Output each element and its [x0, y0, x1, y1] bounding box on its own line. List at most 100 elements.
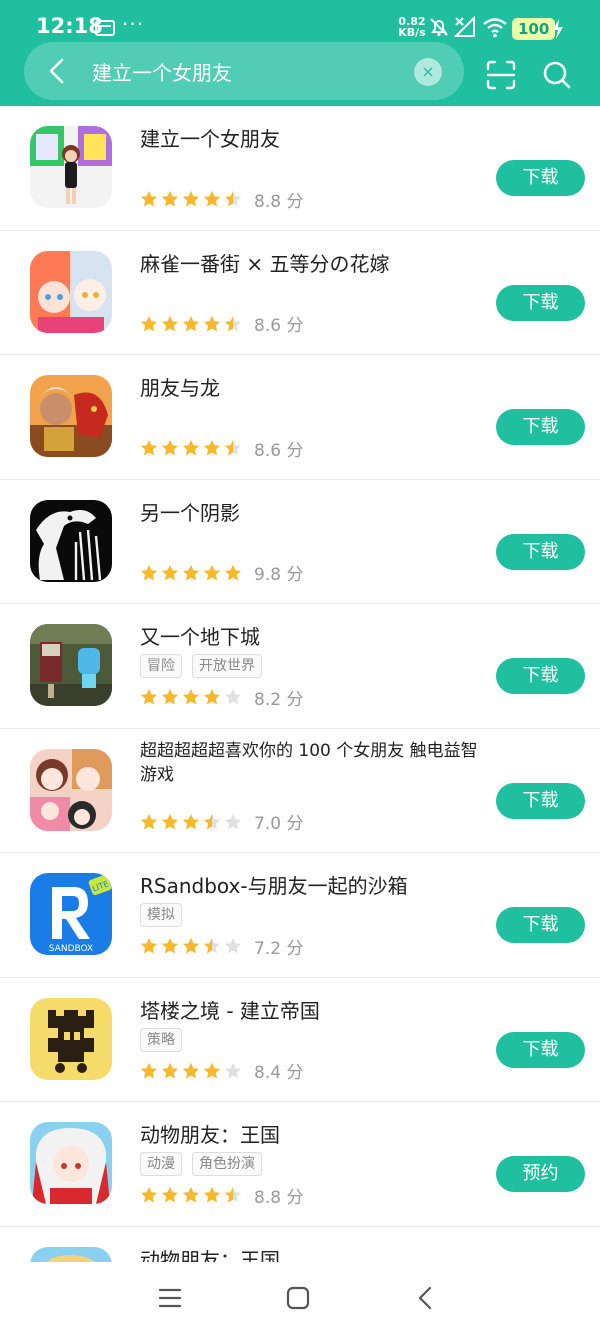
app-title[interactable]: 建立一个女朋友	[140, 126, 480, 152]
app-title[interactable]: 另一个阴影	[140, 500, 480, 526]
star-half-icon	[225, 191, 241, 207]
app-score: 7.0 分	[254, 814, 304, 834]
star-full-icon	[162, 1187, 178, 1203]
star-rating	[140, 1186, 242, 1204]
back-icon[interactable]	[414, 1286, 438, 1310]
download-button[interactable]: 下载	[496, 160, 585, 196]
star-empty-icon	[225, 938, 241, 954]
app-list-item[interactable]: 建立一个女朋友 8.8 分 下载	[0, 106, 600, 231]
star-full-icon	[141, 191, 157, 207]
home-icon[interactable]	[286, 1286, 310, 1310]
star-full-icon	[141, 1062, 157, 1078]
app-list-item[interactable]: 超超超超超喜欢你的 100 个女朋友 触电益智游戏 7.0 分 下载	[0, 729, 600, 853]
download-button[interactable]: 下载	[496, 284, 585, 321]
app-score: 8.6 分	[254, 316, 304, 336]
app-rating: 7.2 分	[140, 935, 303, 959]
app-tag[interactable]: 开放世界	[192, 654, 262, 678]
app-list-item[interactable]: 麻雀一番街 × 五等分の花嫁 8.6 分 下载	[0, 231, 600, 355]
app-tags: 动漫 角色扮演	[140, 1152, 262, 1176]
star-full-icon	[162, 315, 178, 331]
star-full-icon	[183, 938, 199, 954]
star-empty-icon	[225, 689, 241, 705]
message-icon	[95, 20, 115, 36]
star-full-icon	[183, 689, 199, 705]
download-button[interactable]: 下载	[496, 409, 585, 445]
app-tag[interactable]: 动漫	[140, 1152, 182, 1176]
app-score: 8.8 分	[254, 191, 304, 212]
app-list-item[interactable]: 塔楼之境 - 建立帝国 策略 8.4 分 下载	[0, 978, 600, 1102]
star-half-icon	[225, 315, 241, 331]
star-half-icon	[204, 938, 220, 954]
app-list-item[interactable]: 动物朋友：王国	[0, 1227, 600, 1263]
app-title[interactable]: RSandbox-与朋友一起的沙箱	[140, 873, 480, 899]
star-full-icon	[141, 938, 157, 954]
app-tag[interactable]: 模拟	[140, 903, 182, 927]
star-full-icon	[162, 564, 178, 580]
app-tag[interactable]: 冒险	[140, 654, 182, 678]
app-shadow-icon	[30, 499, 112, 582]
app-mahjong-icon	[30, 250, 112, 333]
app-rating: 8.8 分	[140, 188, 304, 212]
app-score: 8.8 分	[254, 1187, 304, 1208]
star-full-icon	[141, 1187, 157, 1203]
app-title[interactable]: 动物朋友：王国	[140, 1122, 480, 1148]
star-full-icon	[204, 1062, 220, 1078]
app-title[interactable]: 麻雀一番街 × 五等分の花嫁	[140, 251, 480, 277]
app-list-item[interactable]: 另一个阴影 9.8 分 下载	[0, 480, 600, 604]
app-title[interactable]: 动物朋友：王国	[140, 1247, 480, 1263]
app-rating: 8.6 分	[140, 437, 304, 461]
star-rating	[140, 813, 242, 831]
star-full-icon	[204, 689, 220, 705]
search-input[interactable]	[92, 56, 402, 86]
star-full-icon	[162, 1062, 178, 1078]
app-score: 8.6 分	[254, 440, 304, 461]
app-title[interactable]: 朋友与龙	[140, 375, 480, 401]
download-button[interactable]: 下载	[496, 533, 585, 570]
star-half-icon	[204, 813, 220, 829]
app-dungeon-icon	[30, 624, 112, 706]
star-full-icon	[183, 564, 199, 580]
star-full-icon	[204, 440, 220, 456]
download-button[interactable]: 下载	[496, 1031, 585, 1068]
star-empty-icon	[225, 813, 241, 829]
download-button[interactable]: 下载	[496, 782, 585, 819]
star-full-icon	[204, 564, 220, 580]
app-list-item[interactable]: 又一个地下城 冒险 开放世界 8.2 分 下载	[0, 604, 600, 729]
app-tags: 模拟	[140, 903, 182, 927]
clear-search-button[interactable]: ×	[414, 58, 442, 86]
star-full-icon	[162, 440, 178, 456]
app-tag[interactable]: 角色扮演	[192, 1152, 262, 1176]
network-speed-unit: KB/s	[398, 26, 426, 39]
top-header: 12:18 ··· 0.82 KB/s 100 建立一个女朋友 ×	[0, 0, 600, 106]
download-button[interactable]: 下载	[496, 907, 585, 943]
app-title[interactable]: 塔楼之境 - 建立帝国	[140, 998, 480, 1024]
mute-bell-icon	[430, 18, 448, 37]
download-button[interactable]: 下载	[496, 658, 585, 694]
search-icon[interactable]	[540, 58, 574, 92]
reserve-button[interactable]: 预约	[496, 1156, 585, 1192]
app-tag[interactable]: 策略	[140, 1027, 182, 1052]
app-tags: 冒险 开放世界	[140, 654, 262, 678]
star-full-icon	[204, 191, 220, 207]
app-rating: 9.8 分	[140, 562, 303, 585]
app-title[interactable]: 又一个地下城	[140, 624, 480, 650]
app-tower-icon	[30, 997, 112, 1080]
star-full-icon	[204, 1187, 220, 1203]
star-full-icon	[141, 315, 157, 331]
star-full-icon	[183, 440, 199, 456]
app-rating: 8.6 分	[140, 313, 304, 336]
app-kemono-2-icon	[30, 1246, 112, 1262]
app-title[interactable]: 超超超超超喜欢你的 100 个女朋友 触电益智游戏	[140, 739, 480, 787]
app-list-item[interactable]: 朋友与龙 8.6 分 下载	[0, 355, 600, 480]
app-list-item[interactable]: 动物朋友：王国 动漫 角色扮演 8.8 分 预约	[0, 1102, 600, 1227]
star-full-icon	[162, 938, 178, 954]
star-empty-icon	[225, 1062, 241, 1078]
app-rating: 8.4 分	[140, 1060, 303, 1083]
star-rating	[140, 688, 242, 706]
star-full-icon	[225, 564, 241, 580]
back-arrow-icon[interactable]	[40, 54, 74, 88]
star-full-icon	[183, 1062, 199, 1078]
scan-icon[interactable]	[484, 58, 518, 92]
menu-icon[interactable]	[158, 1286, 182, 1310]
app-list-item[interactable]: LITE SANDBOX RSandbox-与朋友一起的沙箱 模拟 7.2 分 …	[0, 853, 600, 978]
